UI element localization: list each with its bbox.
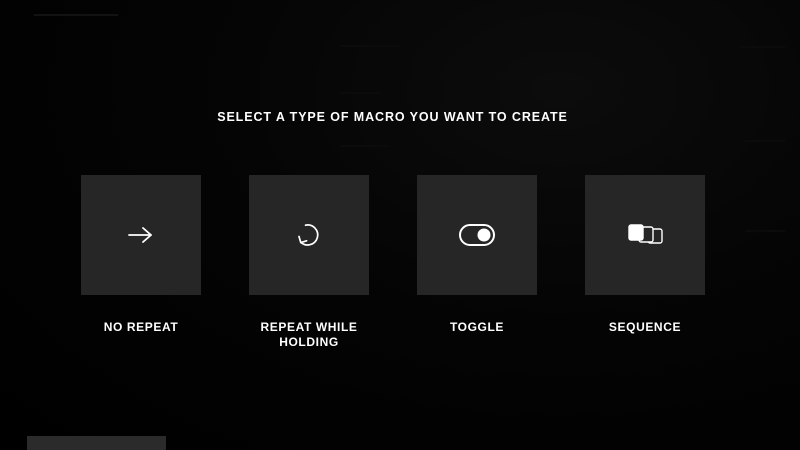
toggle-tile[interactable]	[417, 175, 537, 295]
option-repeat-while-holding[interactable]: REPEAT WHILE HOLDING	[249, 175, 369, 350]
option-toggle[interactable]: TOGGLE	[417, 175, 537, 335]
no-repeat-tile[interactable]	[81, 175, 201, 295]
no-repeat-label: NO REPEAT	[103, 320, 179, 334]
option-sequence[interactable]: SEQUENCE	[585, 175, 705, 335]
macro-type-prompt: SELECT A TYPE OF MACRO YOU WANT TO CREAT…	[217, 110, 568, 124]
option-no-repeat[interactable]: NO REPEAT	[81, 175, 201, 335]
repeat-while-holding-label: REPEAT WHILE HOLDING	[260, 320, 358, 349]
repeat-circular-arrow-icon	[298, 224, 319, 246]
arrow-right-icon	[128, 227, 152, 243]
sequence-stacked-squares-icon	[628, 224, 663, 244]
background-detail	[745, 140, 785, 142]
background-detail	[340, 45, 400, 47]
background-detail	[740, 46, 785, 48]
toggle-label: TOGGLE	[449, 320, 505, 334]
toggle-switch-icon	[459, 224, 495, 246]
background-detail	[340, 92, 380, 94]
repeat-while-holding-tile[interactable]	[249, 175, 369, 295]
top-left-detail	[34, 14, 118, 16]
background-detail	[745, 230, 785, 232]
sequence-label: SEQUENCE	[608, 320, 682, 334]
sequence-tile[interactable]	[585, 175, 705, 295]
bottom-panel	[27, 436, 166, 450]
background-detail	[340, 145, 390, 147]
